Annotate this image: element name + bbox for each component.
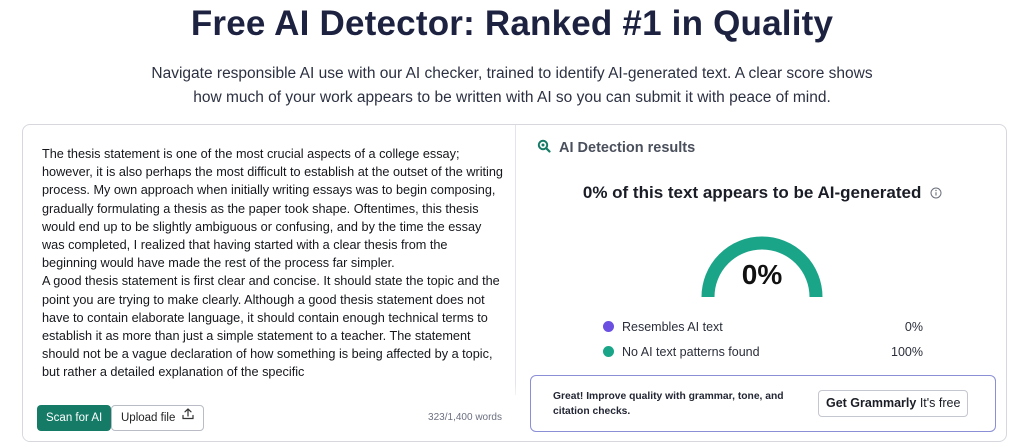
detection-headline: 0% of this text appears to be AI-generat…	[517, 183, 1006, 204]
grammarly-promo: Great! Improve quality with grammar, ton…	[530, 375, 996, 432]
upload-icon	[181, 406, 195, 430]
legend-label: Resembles AI text	[622, 319, 723, 334]
promo-button-rest: It's free	[919, 396, 961, 410]
legend-item: Resembles AI text 0%	[603, 314, 923, 339]
get-grammarly-button[interactable]: Get Grammarly It's free	[818, 390, 969, 417]
upload-file-label: Upload file	[121, 412, 176, 424]
results-header: AI Detection results	[537, 139, 695, 157]
legend-label: No AI text patterns found	[622, 344, 760, 359]
scan-for-ai-button[interactable]: Scan for AI	[37, 405, 112, 431]
legend-value: 100%	[891, 344, 923, 359]
text-editor[interactable]: The thesis statement is one of the most …	[23, 125, 516, 441]
page-subtitle: Navigate responsible AI use with our AI …	[151, 65, 873, 106]
promo-text: Great! Improve quality with grammar, ton…	[553, 391, 784, 417]
legend-value: 0%	[904, 319, 923, 334]
editor-paragraph: The thesis statement is one of the most …	[42, 147, 503, 271]
editor-text-area[interactable]: The thesis statement is one of the most …	[42, 145, 504, 397]
editor-footer: Scan for AI Upload file 323/1,400 words	[23, 395, 516, 441]
headline-text: 0% of this text appears to be AI-generat…	[582, 183, 922, 202]
page-title: Free AI Detector: Ranked #1 in Quality	[190, 4, 834, 43]
upload-file-button[interactable]: Upload file	[111, 405, 205, 431]
word-count: 323/1,400 words	[428, 412, 502, 423]
promo-button-strong: Get Grammarly	[826, 396, 917, 410]
editor-paragraph: A good thesis statement is first clear a…	[42, 274, 500, 380]
score-value: 0%	[741, 259, 783, 290]
legend-dot	[603, 346, 614, 357]
legend-item: No AI text patterns found 100%	[603, 339, 923, 364]
results-header-label: AI Detection results	[559, 140, 696, 156]
search-icon	[537, 139, 551, 157]
results-legend: Resembles AI text 0% No AI text patterns…	[603, 314, 923, 364]
info-icon[interactable]	[930, 184, 942, 204]
detector-panel: The thesis statement is one of the most …	[22, 124, 1007, 442]
results-pane: AI Detection results 0% of this text app…	[517, 125, 1006, 441]
legend-dot	[603, 321, 614, 332]
